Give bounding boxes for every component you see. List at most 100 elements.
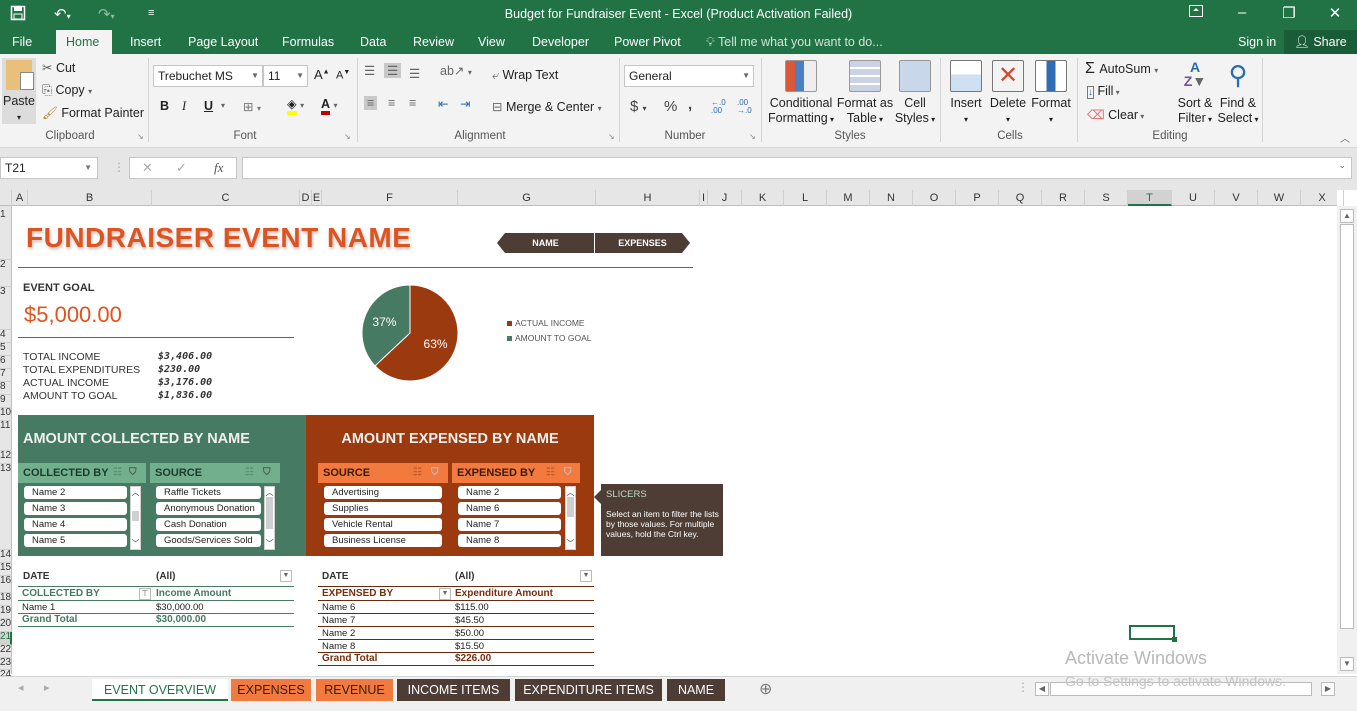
delete-cells-button[interactable]: ✕ Delete ▾ <box>988 60 1028 127</box>
borders-button[interactable]: ⊞ ▾ <box>243 99 261 114</box>
slicer-item[interactable]: Vehicle Rental <box>324 518 442 531</box>
slicer-item[interactable]: Business License <box>324 534 442 547</box>
bottom-align-icon[interactable]: ☰ <box>409 66 420 81</box>
shrink-font-icon[interactable]: A▼ <box>336 69 350 82</box>
sheet-tab-expenses[interactable]: EXPENSES <box>231 679 311 701</box>
column-header-o[interactable]: O <box>913 190 956 206</box>
column-header-s[interactable]: S <box>1085 190 1128 206</box>
slicer-item[interactable]: Name 6 <box>458 502 561 515</box>
number-format-select[interactable]: General ▼ <box>624 65 754 87</box>
sort-filter-button[interactable]: A Z▼ Sort & Filter ▾ <box>1174 60 1216 127</box>
clear-filter-icon[interactable]: ⛉ <box>263 463 271 483</box>
slicer-item[interactable]: Goods/Services Sold <box>156 534 261 547</box>
column-header-r[interactable]: R <box>1042 190 1085 206</box>
align-right-icon[interactable]: ≡ <box>409 96 416 110</box>
share-button[interactable]: 👤︎ Share <box>1284 30 1357 54</box>
align-left-icon[interactable]: ≡ <box>364 96 378 110</box>
column-header-q[interactable]: Q <box>999 190 1042 206</box>
slicer-item[interactable]: Supplies <box>324 502 442 515</box>
autosum-button[interactable]: Σ AutoSum ▾ <box>1085 60 1158 78</box>
slicer-item[interactable]: Name 7 <box>458 518 561 531</box>
tab-page-layout[interactable]: Page Layout <box>178 30 268 54</box>
font-size-select[interactable]: 11 ▼ <box>263 65 308 87</box>
format-as-table-button[interactable]: Format as Table ▾ <box>836 60 894 127</box>
conditional-formatting-button[interactable]: Conditional Formatting ▾ <box>766 60 836 127</box>
restore-icon[interactable]: ❐ <box>1274 4 1304 22</box>
merge-center-button[interactable]: ⊟ Merge & Center ▾ <box>492 99 602 114</box>
slicer-scrollbar[interactable]: ︿ ﹀ <box>565 486 576 550</box>
fill-color-button[interactable]: ◈ ▾ <box>287 97 304 115</box>
clear-button[interactable]: ⌫ Clear ▾ <box>1087 107 1144 122</box>
increase-decimal-button[interactable]: ←.0 .00 <box>711 99 733 115</box>
tab-power-pivot[interactable]: Power Pivot <box>604 30 691 54</box>
dialog-launcher-icon[interactable]: ↘ <box>608 132 615 141</box>
hscroll-right-icon[interactable]: ▶ <box>1321 682 1335 696</box>
multi-select-icon[interactable]: ☷ <box>245 463 254 483</box>
column-header-m[interactable]: M <box>827 190 870 206</box>
comma-button[interactable]: , <box>688 96 692 113</box>
column-header-x[interactable]: X <box>1301 190 1344 206</box>
column-header-k[interactable]: K <box>742 190 784 206</box>
slicer-item[interactable]: Name 8 <box>458 534 561 547</box>
align-center-icon[interactable]: ≡ <box>388 96 395 110</box>
format-painter-button[interactable]: 🖌︎ Format Painter <box>42 106 144 121</box>
copy-button[interactable]: ⎘ Copy ▾ <box>42 83 92 98</box>
increase-indent-icon[interactable]: ⇥ <box>460 96 470 111</box>
multi-select-icon[interactable]: ☷ <box>546 463 555 483</box>
wrap-text-button[interactable]: ⤶ Wrap Text <box>492 68 558 83</box>
column-header-a[interactable]: A <box>12 190 28 206</box>
tab-home[interactable]: Home <box>56 30 112 54</box>
row-header-3[interactable]: 3 <box>0 286 12 330</box>
active-cell-t21[interactable] <box>1129 625 1177 642</box>
clear-filter-icon[interactable]: ⛉ <box>129 463 137 483</box>
orientation-icon[interactable]: ab↗ ▾ <box>440 63 472 78</box>
scroll-thumb[interactable] <box>1340 224 1354 629</box>
find-select-button[interactable]: ⚲ Find & Select ▾ <box>1216 60 1260 127</box>
name-box[interactable]: T21 ▼ <box>0 157 98 179</box>
percent-button[interactable]: % <box>664 98 677 115</box>
column-header-c[interactable]: C <box>152 190 300 206</box>
slicer-item[interactable]: Anonymous Donation <box>156 502 261 515</box>
italic-button[interactable]: I <box>182 99 186 114</box>
tab-data[interactable]: Data <box>350 30 396 54</box>
multi-select-icon[interactable]: ☷ <box>113 463 122 483</box>
slicer-scrollbar[interactable]: ︿ ﹀ <box>264 486 275 550</box>
ribbon-display-icon[interactable] <box>1181 4 1211 21</box>
paste-button[interactable]: Paste ▾ <box>2 58 36 124</box>
hscroll-left-icon[interactable]: ◀ <box>1035 682 1049 696</box>
clear-filter-icon[interactable]: ⛉ <box>564 463 572 483</box>
column-header-h[interactable]: H <box>596 190 700 206</box>
nav-expenses-button[interactable]: EXPENSES <box>595 233 690 253</box>
minimize-icon[interactable]: – <box>1227 4 1257 21</box>
tab-scroll-right-icon[interactable]: ▸ <box>44 681 50 694</box>
column-header-d[interactable]: D <box>300 190 312 206</box>
dialog-launcher-icon[interactable]: ↘ <box>344 132 351 141</box>
column-header-u[interactable]: U <box>1172 190 1215 206</box>
expensed-by-dropdown[interactable]: ▼ <box>439 588 451 600</box>
multi-select-icon[interactable]: ☷ <box>413 463 422 483</box>
currency-button[interactable]: $ ▾ <box>630 98 647 115</box>
formula-input[interactable]: ⌄ <box>242 157 1352 179</box>
tab-insert[interactable]: Insert <box>120 30 171 54</box>
insert-cells-button[interactable]: Insert ▾ <box>946 60 986 127</box>
cancel-icon[interactable]: ✕ <box>142 160 153 176</box>
vertical-scrollbar[interactable]: ▲ ▼ <box>1337 206 1357 674</box>
column-header-n[interactable]: N <box>870 190 913 206</box>
slicer-item[interactable]: Name 2 <box>24 486 127 499</box>
enter-icon[interactable]: ✓ <box>176 160 187 176</box>
font-name-select[interactable]: Trebuchet MS ▼ <box>153 65 263 87</box>
sheet-tab-revenue[interactable]: REVENUE <box>316 679 393 701</box>
tab-formulas[interactable]: Formulas <box>272 30 344 54</box>
slicer-item[interactable]: Name 3 <box>24 502 127 515</box>
slicer-item[interactable]: Advertising <box>324 486 442 499</box>
column-header-t[interactable]: T <box>1128 190 1172 206</box>
underline-dropdown-icon[interactable]: ▾ <box>221 101 225 110</box>
column-header-l[interactable]: L <box>784 190 827 206</box>
close-icon[interactable]: ✕ <box>1320 4 1350 22</box>
column-header-p[interactable]: P <box>956 190 999 206</box>
sheet-tab-name[interactable]: NAME <box>667 679 725 701</box>
fill-button[interactable]: ↓ Fill ▾ <box>1087 84 1120 99</box>
tab-review[interactable]: Review <box>403 30 464 54</box>
decrease-indent-icon[interactable]: ⇤ <box>438 96 448 111</box>
grow-font-icon[interactable]: A▲ <box>314 67 330 82</box>
